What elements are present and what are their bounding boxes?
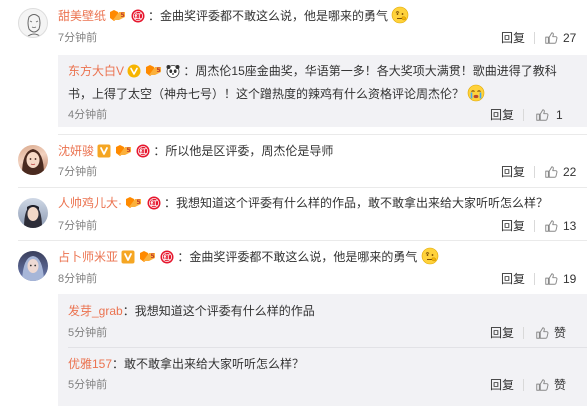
like-thumb-icon[interactable] xyxy=(544,165,558,179)
comment-item: 东方大白V ：周杰伦15座金曲奖，华语第一多！各大奖项大满贯！歌曲进得了教科 书… xyxy=(0,55,587,127)
verified-icon xyxy=(97,144,111,158)
reply-button[interactable]: 回复 xyxy=(490,107,514,123)
verified-icon xyxy=(127,64,141,78)
reply-button[interactable]: 回复 xyxy=(501,164,525,180)
username[interactable]: 东方大白V xyxy=(68,64,124,78)
red-badge-icon xyxy=(147,196,161,210)
thinking-emoji-icon xyxy=(421,247,439,265)
divider xyxy=(534,220,535,232)
level-badge-icon xyxy=(115,144,133,158)
comment-time: 8分钟前 xyxy=(58,273,98,285)
divider xyxy=(523,327,524,339)
comment-text: ：金曲奖评委都不敢这么说，他是哪来的勇气 xyxy=(148,9,389,23)
comment-item: 甜美壁纸 ：金曲奖评委都不敢这么说，他是哪来的勇气 7分钟前 回复 27 xyxy=(0,0,587,55)
like-thumb-icon[interactable] xyxy=(535,108,549,122)
avatar[interactable] xyxy=(18,8,48,38)
comment-text-continued: 书，上得了太空（神舟七号）！这个蹭热度的辣鸡有什么资格评论周杰伦？ xyxy=(68,87,465,101)
username[interactable]: 优雅157 xyxy=(68,357,112,371)
like-count[interactable]: 22 xyxy=(563,164,576,180)
comment-time: 4分钟前 xyxy=(68,109,108,121)
like-thumb-icon[interactable] xyxy=(535,326,549,340)
username[interactable]: 占卜师米亚 xyxy=(58,250,118,264)
divider xyxy=(534,32,535,44)
panda-icon xyxy=(166,64,180,78)
avatar[interactable] xyxy=(18,251,48,281)
red-badge-icon xyxy=(160,250,174,264)
level-badge-icon xyxy=(145,64,163,78)
username[interactable]: 人帅鸡儿大· xyxy=(58,196,122,210)
like-label[interactable]: 赞 xyxy=(554,377,566,393)
reply-button[interactable]: 回复 xyxy=(490,377,514,393)
divider xyxy=(534,273,535,285)
sub-reply-item: 优雅157：敢不敢拿出来给大家听听怎么样？ 5分钟前 回复 赞 xyxy=(0,348,587,406)
like-thumb-icon[interactable] xyxy=(544,219,558,233)
crying-emoji-icon xyxy=(467,84,485,102)
level-badge-icon xyxy=(139,250,157,264)
like-count[interactable]: 1 xyxy=(556,107,563,123)
red-badge-icon xyxy=(131,9,145,23)
reply-text: ：敢不敢拿出来给大家听听怎么样？ xyxy=(112,357,305,371)
comment-time: 7分钟前 xyxy=(58,166,98,178)
like-thumb-icon[interactable] xyxy=(544,272,558,286)
verified-icon xyxy=(121,250,135,264)
divider xyxy=(534,166,535,178)
like-count[interactable]: 19 xyxy=(563,271,576,287)
thinking-emoji-icon xyxy=(391,6,409,24)
username[interactable]: 发芽_grab xyxy=(68,304,123,318)
comment-text: ：所以他是区评委，周杰伦是导师 xyxy=(153,144,334,158)
level-badge-icon xyxy=(109,9,127,23)
reply-text: ：我想知道这个评委有什么样的作品 xyxy=(122,304,315,318)
like-count[interactable]: 13 xyxy=(563,218,576,234)
avatar[interactable] xyxy=(18,145,48,175)
like-count[interactable]: 27 xyxy=(563,30,576,46)
divider xyxy=(523,109,524,121)
reply-button[interactable]: 回复 xyxy=(490,325,514,341)
like-thumb-icon[interactable] xyxy=(544,31,558,45)
comment-time: 7分钟前 xyxy=(58,220,98,232)
like-label[interactable]: 赞 xyxy=(554,325,566,341)
avatar[interactable] xyxy=(18,198,48,228)
reply-button[interactable]: 回复 xyxy=(501,218,525,234)
username[interactable]: 沈妍骏 xyxy=(58,144,94,158)
comment-text: ：我想知道这个评委有什么样的作品，敢不敢拿出来给大家听听怎么样？ xyxy=(164,196,549,210)
reply-button[interactable]: 回复 xyxy=(501,30,525,46)
level-badge-icon xyxy=(125,196,143,210)
reply-button[interactable]: 回复 xyxy=(501,271,525,287)
reply-time: 5分钟前 xyxy=(68,379,108,391)
divider xyxy=(523,379,524,391)
comment-text: ：金曲奖评委都不敢这么说，他是哪来的勇气 xyxy=(177,250,418,264)
reply-time: 5分钟前 xyxy=(68,327,108,339)
comment-item: 沈妍骏 ：所以他是区评委，周杰伦是导师 7分钟前 回复 22 xyxy=(0,135,587,187)
comment-text: ：周杰伦15座金曲奖，华语第一多！各大奖项大满贯！歌曲进得了教科 xyxy=(183,64,557,78)
comment-item: 人帅鸡儿大· ：我想知道这个评委有什么样的作品，敢不敢拿出来给大家听听怎么样？ … xyxy=(0,188,587,240)
red-badge-icon xyxy=(136,144,150,158)
sub-reply-item: 发芽_grab：我想知道这个评委有什么样的作品 5分钟前 回复 赞 xyxy=(0,294,587,349)
comment-item: 占卜师米亚 ：金曲奖评委都不敢这么说，他是哪来的勇气 8分钟前 回复 19 xyxy=(0,241,587,293)
like-thumb-icon[interactable] xyxy=(535,378,549,392)
comment-time: 7分钟前 xyxy=(58,32,98,44)
username[interactable]: 甜美壁纸 xyxy=(58,9,106,23)
